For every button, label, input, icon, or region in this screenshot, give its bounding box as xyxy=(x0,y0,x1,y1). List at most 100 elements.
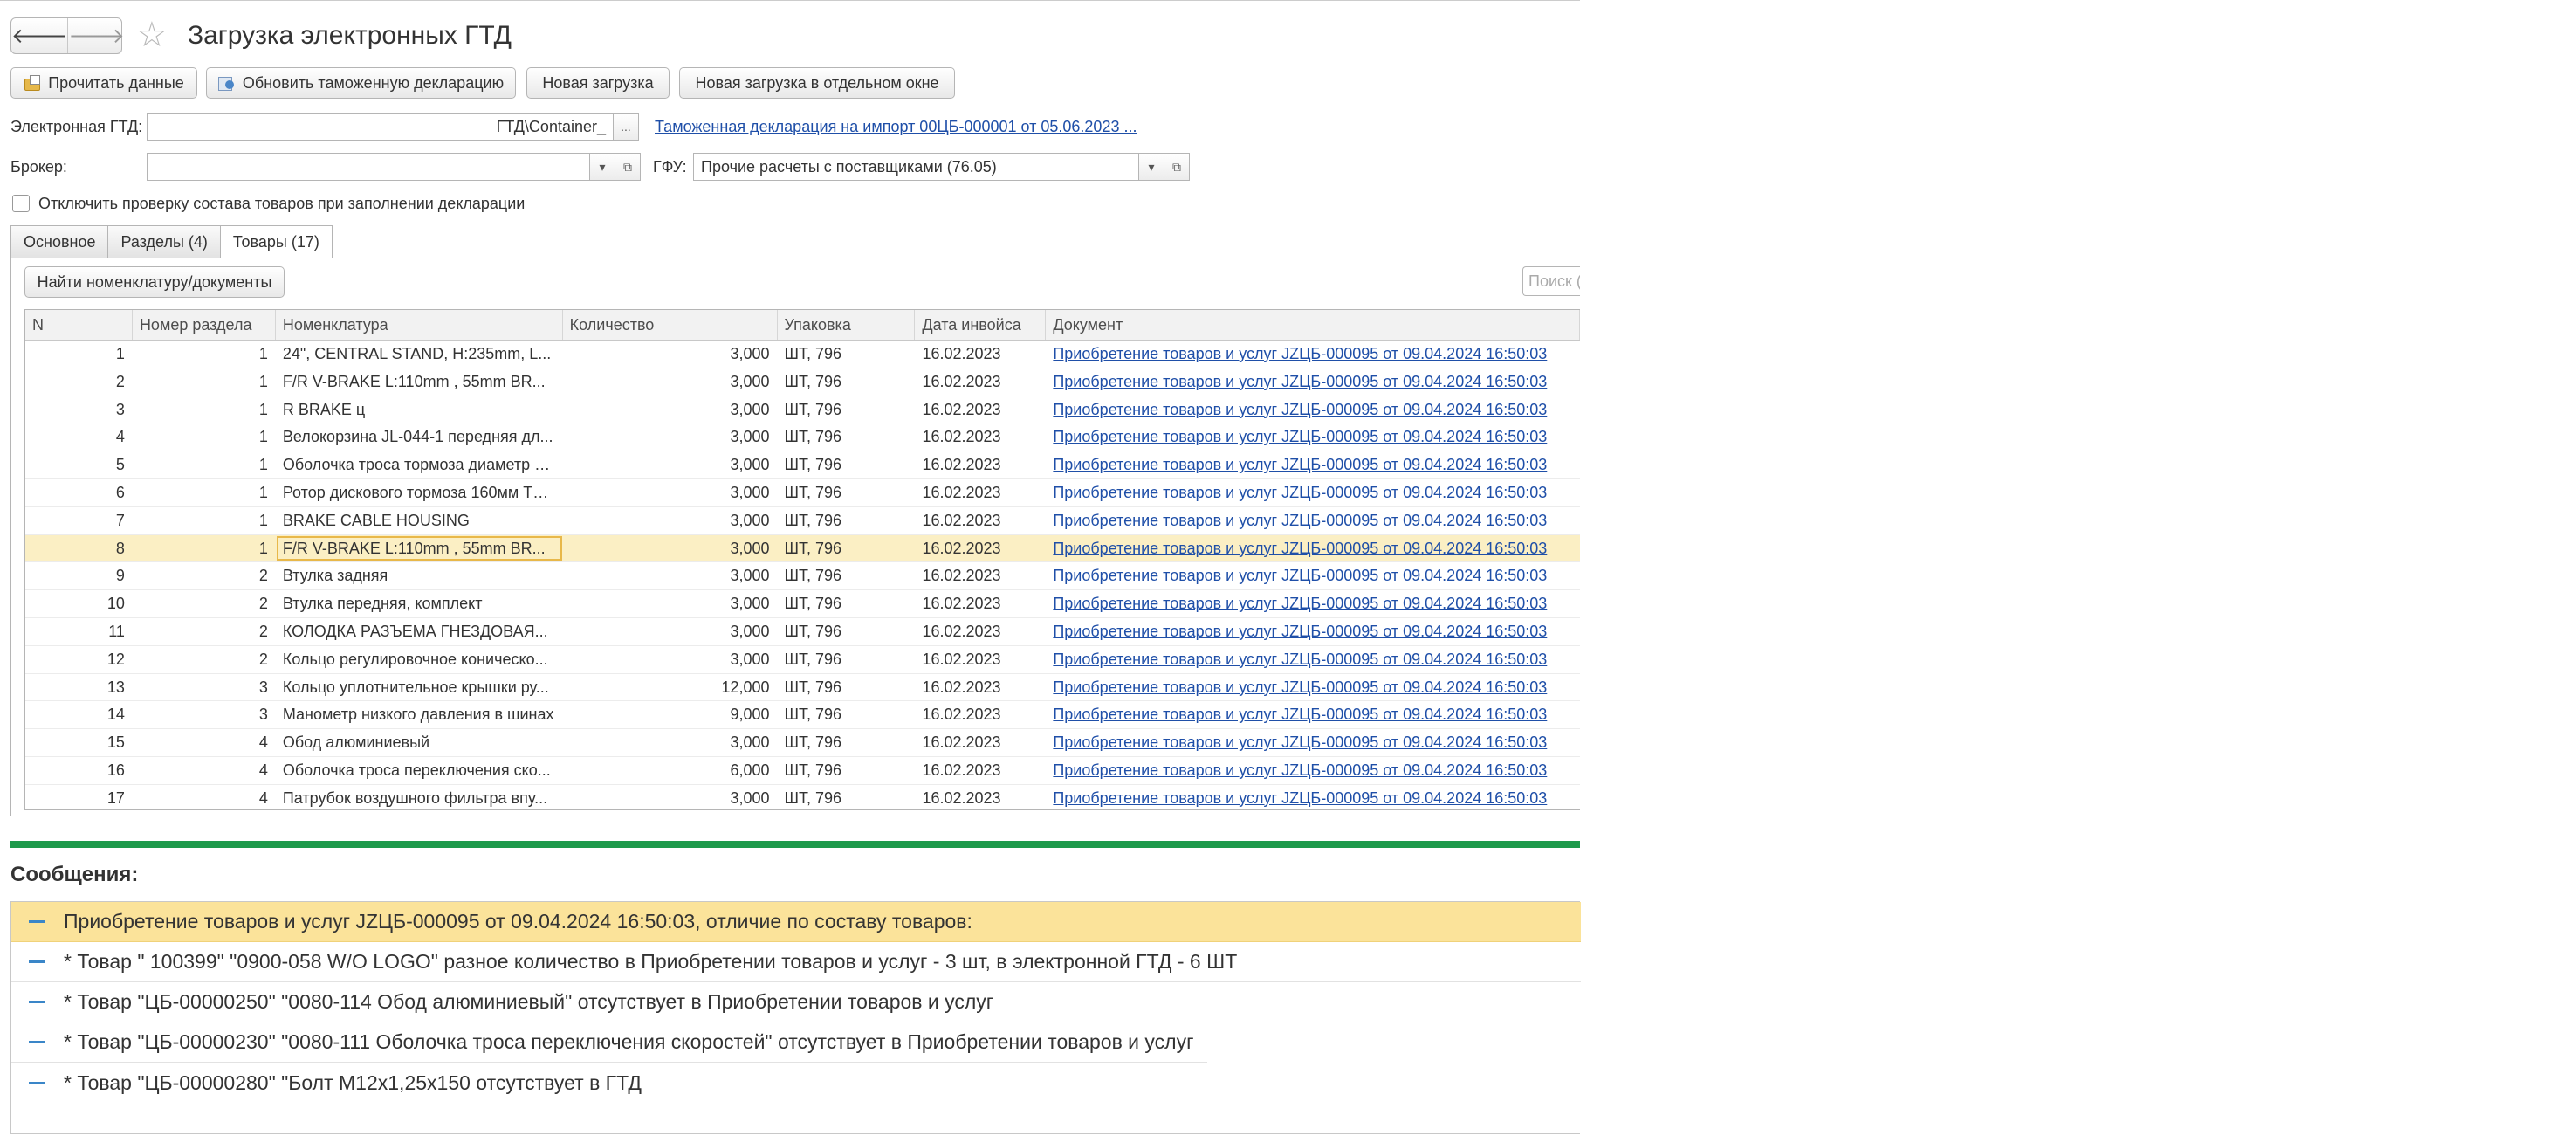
cell-package: ШТ, 796 xyxy=(784,456,842,474)
messages-title: Сообщения: xyxy=(10,863,139,886)
cell-document[interactable]: Приобретение товаров и услуг JZЦБ-000095… xyxy=(1046,479,1580,506)
cell-quantity: 3,000 xyxy=(730,650,770,668)
cell-document[interactable]: Приобретение товаров и услуг JZЦБ-000095… xyxy=(1046,701,1580,728)
declaration-link[interactable]: Таможенная декларация на импорт 00ЦБ-000… xyxy=(655,114,1137,140)
cell-document[interactable]: Приобретение товаров и услуг JZЦБ-000095… xyxy=(1046,590,1580,617)
table-row[interactable]: 13 3 Кольцо уплотнительное крышки ру... 12,… xyxy=(25,674,1580,702)
cell-quantity: 3,000 xyxy=(730,595,770,613)
cell-document[interactable]: Приобретение товаров и услуг JZЦБ-000095… xyxy=(1046,396,1580,423)
column-package[interactable]: Упаковка xyxy=(778,310,916,340)
forward-icon[interactable]: 🡒 xyxy=(67,18,125,53)
cell-n: 7 xyxy=(115,511,125,529)
collapse-icon[interactable] xyxy=(29,960,45,963)
cell-document[interactable]: Приобретение товаров и услуг JZЦБ-000095… xyxy=(1046,785,1580,809)
cell-n: 10 xyxy=(106,595,125,613)
gfu-field[interactable]: Прочие расчеты с поставщиками (76.05) xyxy=(693,153,1139,181)
read-data-button[interactable]: Прочитать данные xyxy=(10,67,197,99)
cell-document[interactable]: Приобретение товаров и услуг JZЦБ-000095… xyxy=(1046,562,1580,589)
tab-sections[interactable]: Разделы (4) xyxy=(107,225,221,258)
gfu-dropdown-icon[interactable]: ▾ xyxy=(1138,153,1164,181)
cell-quantity: 3,000 xyxy=(730,372,770,390)
cell-document[interactable]: Приобретение товаров и услуг JZЦБ-000095… xyxy=(1046,674,1580,701)
table-row[interactable]: 15 4 Обод алюминиевый 3,000 ШТ, 796 16.02.202… xyxy=(25,729,1580,757)
broker-dropdown-icon[interactable]: ▾ xyxy=(589,153,615,181)
table-row[interactable]: 6 1 Ротор дискового тормоза 160мм TL03 3,00… xyxy=(25,479,1580,507)
gtd-field[interactable]: ГТД\Container_ xyxy=(147,113,614,141)
cell-quantity: 3,000 xyxy=(730,400,770,418)
message-item[interactable]: * Товар "ЦБ-00000230" "0080-111 Оболочка… xyxy=(11,1022,1207,1063)
table-row[interactable]: 4 1 Велокорзина JL-044-1 передняя дл... 3,0… xyxy=(25,423,1580,452)
message-text: * Товар "ЦБ-00000250" "0080-114 Обод алю… xyxy=(64,990,994,1013)
table-row[interactable]: 14 3 Манометр низкого давления в шинах 9,00… xyxy=(25,701,1580,730)
cell-section: 3 xyxy=(258,706,268,724)
cell-document[interactable]: Приобретение товаров и услуг JZЦБ-000095… xyxy=(1046,757,1580,784)
table-row[interactable]: 7 1 BRAKE CABLE HOUSING 3,000 ШТ, 796 16.02.2… xyxy=(25,507,1580,535)
table-row[interactable]: 2 1 F/R V-BRAKE L:110mm , 55mm BR... 3,000 Ш… xyxy=(25,368,1580,396)
cell-n: 5 xyxy=(115,456,125,474)
window-top-edge xyxy=(0,0,1580,6)
column-document[interactable]: Документ xyxy=(1046,310,1580,340)
collapse-icon[interactable] xyxy=(29,1001,45,1003)
back-icon[interactable]: 🡐 xyxy=(11,18,67,53)
cell-quantity: 3,000 xyxy=(730,345,770,362)
cell-document[interactable]: Приобретение товаров и услуг JZЦБ-000095… xyxy=(1046,368,1580,396)
cell-quantity: 3,000 xyxy=(730,511,770,529)
message-text: * Товар "ЦБ-00000230" "0080-111 Оболочка… xyxy=(64,1030,1194,1053)
table-row[interactable]: 9 2 Втулка задняя 3,000 ШТ, 796 16.02.2023 При… xyxy=(25,562,1580,591)
column-nomenclature[interactable]: Номенклатура xyxy=(276,310,563,340)
message-item[interactable]: Приобретение товаров и услуг JZЦБ-000095… xyxy=(11,902,1581,942)
cell-document[interactable]: Приобретение товаров и услуг JZЦБ-000095… xyxy=(1046,507,1580,534)
table-row[interactable]: 3 1 R BRAKE ц 3,000 ШТ, 796 16.02.2023 Приобре… xyxy=(25,396,1580,424)
cell-nomenclature: Втулка передняя, комплект xyxy=(282,595,483,613)
table-row[interactable]: 1 1 24", CENTRAL STAND, H:235mm, L... 3,000… xyxy=(25,341,1580,368)
message-item[interactable]: * Товар " 100399" "0900-058 W/O LOGO" ра… xyxy=(11,942,1581,982)
cell-document[interactable]: Приобретение товаров и услуг JZЦБ-000095… xyxy=(1046,341,1580,368)
column-section[interactable]: Номер раздела xyxy=(133,310,276,340)
tab-goods[interactable]: Товары (17) xyxy=(219,225,333,260)
table-row[interactable]: 11 2 КОЛОДКА РАЗЪЕМА ГНЕЗДОВАЯ... 3,000 ШТ, … xyxy=(25,618,1580,646)
goods-table: N Номер раздела Номенклатура Количество … xyxy=(24,309,1580,810)
cell-document[interactable]: Приобретение товаров и услуг JZЦБ-000095… xyxy=(1046,729,1580,756)
table-row[interactable]: 8 1 F/R V-BRAKE L:110mm , 55mm BR... 3,000 Ш… xyxy=(25,534,1580,563)
cell-document[interactable]: Приобретение товаров и услуг JZЦБ-000095… xyxy=(1046,535,1580,562)
collapse-icon[interactable] xyxy=(29,920,45,923)
table-row[interactable]: 16 4 Оболочка троса переключения ско... 6,0… xyxy=(25,757,1580,785)
cell-document[interactable]: Приобретение товаров и услуг JZЦБ-000095… xyxy=(1046,646,1580,673)
broker-field[interactable] xyxy=(147,153,590,181)
collapse-icon[interactable] xyxy=(29,1041,45,1043)
cell-section: 1 xyxy=(258,345,268,362)
table-row[interactable]: 12 2 Кольцо регулировочное коническо... 3,0… xyxy=(25,646,1580,674)
table-row[interactable]: 10 2 Втулка передняя, комплект 3,000 ШТ, 796… xyxy=(25,590,1580,618)
message-item[interactable]: * Товар "ЦБ-00000280" "Болт М12х1,25х150… xyxy=(11,1063,1207,1103)
update-declaration-button[interactable]: Обновить таможенную декларацию xyxy=(206,67,516,99)
table-row[interactable]: 17 4 Патрубок воздушного фильтра впу... 3,0… xyxy=(25,785,1580,809)
find-nomenclature-button[interactable]: Найти номенклатуру/документы xyxy=(24,266,285,298)
new-load-window-button[interactable]: Новая загрузка в отдельном окне xyxy=(679,67,955,99)
cell-n: 8 xyxy=(115,539,125,557)
cell-document[interactable]: Приобретение товаров и услуг JZЦБ-000095… xyxy=(1046,618,1580,645)
cell-invoice-date: 16.02.2023 xyxy=(922,483,1001,501)
search-input[interactable]: Поиск ( xyxy=(1522,266,1580,296)
tab-main[interactable]: Основное xyxy=(10,225,109,258)
star-icon[interactable]: ☆ xyxy=(136,16,168,54)
gfu-open-icon[interactable]: ⧉ xyxy=(1164,153,1190,181)
cell-package: ШТ, 796 xyxy=(784,428,842,446)
broker-open-icon[interactable]: ⧉ xyxy=(615,153,641,181)
message-item[interactable]: * Товар "ЦБ-00000250" "0080-114 Обод алю… xyxy=(11,982,1207,1022)
collapse-icon[interactable] xyxy=(29,1081,45,1084)
column-quantity[interactable]: Количество xyxy=(563,310,778,340)
column-invoice-date[interactable]: Дата инвойса xyxy=(915,310,1047,340)
cell-package: ШТ, 796 xyxy=(784,678,842,696)
cell-n: 15 xyxy=(106,733,125,752)
column-n[interactable]: N xyxy=(25,310,133,340)
gtd-choose-button[interactable]: ... xyxy=(613,113,639,141)
update-declaration-label: Обновить таможенную декларацию xyxy=(242,73,505,92)
disable-check-checkbox[interactable] xyxy=(12,195,30,212)
cell-section: 2 xyxy=(258,622,268,640)
cell-section: 2 xyxy=(258,567,268,585)
table-row[interactable]: 5 1 Оболочка троса тормоза диаметр 4... 3,0… xyxy=(25,451,1580,479)
new-load-button[interactable]: Новая загрузка xyxy=(526,67,670,99)
cell-section: 1 xyxy=(258,539,268,557)
cell-document[interactable]: Приобретение товаров и услуг JZЦБ-000095… xyxy=(1046,423,1580,451)
cell-document[interactable]: Приобретение товаров и услуг JZЦБ-000095… xyxy=(1046,451,1580,478)
